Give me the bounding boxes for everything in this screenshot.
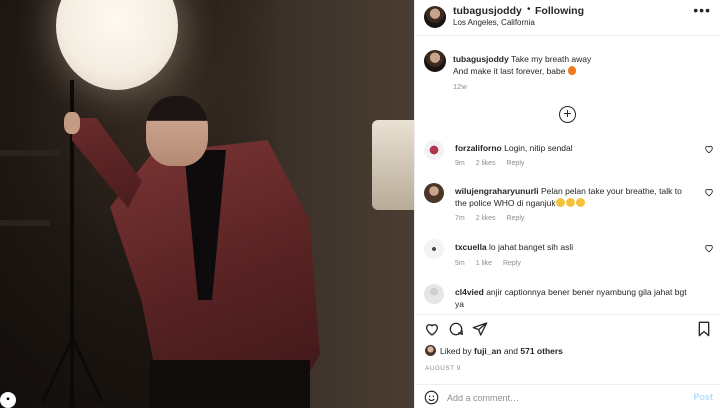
photo-person-head [146, 96, 208, 166]
more-options-icon[interactable]: ••• [693, 2, 711, 18]
comment-body: Login, nitip sendal [504, 143, 573, 153]
caption-line-2: And make it last forever, babe [453, 66, 566, 76]
heart-icon[interactable] [424, 321, 440, 337]
post-date[interactable]: AUGUST 9 [425, 365, 461, 372]
load-more-comments-icon[interactable]: + [559, 106, 576, 123]
bookmark-icon[interactable] [696, 321, 712, 337]
comment-body: anjir captionnya bener bener nyambung gi… [455, 287, 687, 309]
commenter-avatar[interactable] [424, 183, 444, 203]
comment-reply-button[interactable]: Reply [506, 215, 524, 222]
caption-avatar[interactable] [424, 50, 446, 72]
header-separator: • [527, 4, 531, 15]
comment-likes[interactable]: 1 like [476, 260, 492, 267]
likes-others-link[interactable]: 571 others [520, 346, 563, 356]
post-header: tubagusjoddy • Following Los Angeles, Ca… [415, 0, 720, 36]
comment-meta: 5m 1 like Reply [455, 260, 530, 267]
add-comment-input[interactable] [447, 390, 667, 405]
commenter-avatar[interactable] [424, 140, 444, 160]
author-username[interactable]: tubagusjoddy [453, 5, 522, 17]
comment-meta: 7m 2 likes Reply [455, 215, 533, 222]
author-avatar[interactable] [424, 6, 446, 28]
comment-text: cl4vied anjir captionnya bener bener nya… [455, 286, 695, 310]
photo-stand-leg [41, 337, 74, 403]
comment-time[interactable]: 5m [455, 260, 465, 267]
comment-text: txcuella lo jahat banget sih asli [455, 241, 695, 253]
laughing-emoji-icon [575, 198, 585, 207]
liker-avatar[interactable] [425, 345, 436, 356]
post-photo[interactable]: ▪ [0, 0, 414, 408]
comment-text: wilujengraharyunurli Pelan pelan take yo… [455, 185, 695, 209]
caption-text: tubagusjoddy Take my breath away And mak… [453, 53, 703, 77]
comment-icon[interactable] [448, 321, 464, 337]
likes-summary: Liked by fuji_an and 571 others [425, 345, 563, 356]
commenter-avatar[interactable] [424, 239, 444, 259]
laughing-emoji-icon [555, 198, 565, 207]
photo-stand-leg [71, 337, 104, 403]
photo-softbox-light [56, 0, 178, 90]
share-icon[interactable] [472, 321, 488, 337]
comment-reply-button[interactable]: Reply [503, 260, 521, 267]
comment-likes[interactable]: 2 likes [476, 160, 496, 167]
likes-and-label: and [503, 346, 519, 356]
comment-time[interactable]: 7m [455, 215, 465, 222]
emoji-picker-icon[interactable] [424, 390, 439, 405]
comment-username[interactable]: wilujengraharyunurli [455, 186, 539, 196]
comment-heart-icon[interactable] [704, 187, 714, 197]
comment-meta: 9m 2 likes Reply [455, 160, 533, 167]
add-comment-bar: Post [415, 384, 720, 408]
photo-person-pants [150, 360, 310, 408]
comment-likes[interactable]: 2 likes [476, 215, 496, 222]
liker-username[interactable]: fuji_an [474, 346, 501, 356]
comment-text: forzaliforno Login, nitip sendal [455, 142, 695, 154]
comment-body: lo jahat banget sih asli [489, 242, 574, 252]
corner-logo-icon: ▪ [0, 392, 16, 408]
commenter-avatar[interactable] [424, 284, 444, 304]
post-action-bar [415, 314, 720, 340]
fire-emoji-icon [567, 66, 576, 75]
post-detail-panel: tubagusjoddy • Following Los Angeles, Ca… [414, 0, 720, 408]
caption-timestamp[interactable]: 12w [453, 82, 467, 91]
post-comment-button[interactable]: Post [693, 392, 713, 402]
photo-person-hand [64, 112, 80, 134]
laughing-emoji-icon [565, 198, 575, 207]
comment-time[interactable]: 9m [455, 160, 465, 167]
comment-reply-button[interactable]: Reply [506, 160, 524, 167]
following-button[interactable]: Following [535, 5, 584, 17]
comment-username[interactable]: cl4vied [455, 287, 484, 297]
photo-umbrella-light [372, 120, 414, 210]
caption-username[interactable]: tubagusjoddy [453, 54, 509, 64]
caption-line-1: Take my breath away [510, 54, 592, 64]
photo-shelf [0, 150, 60, 156]
photo-person-arm [72, 118, 142, 208]
comment-heart-icon[interactable] [704, 144, 714, 154]
post-location[interactable]: Los Angeles, California [453, 18, 535, 27]
liked-by-label: Liked by [440, 346, 472, 356]
comment-heart-icon[interactable] [704, 243, 714, 253]
photo-shelf [0, 220, 50, 226]
comment-username[interactable]: forzaliforno [455, 143, 502, 153]
comment-username[interactable]: txcuella [455, 242, 487, 252]
